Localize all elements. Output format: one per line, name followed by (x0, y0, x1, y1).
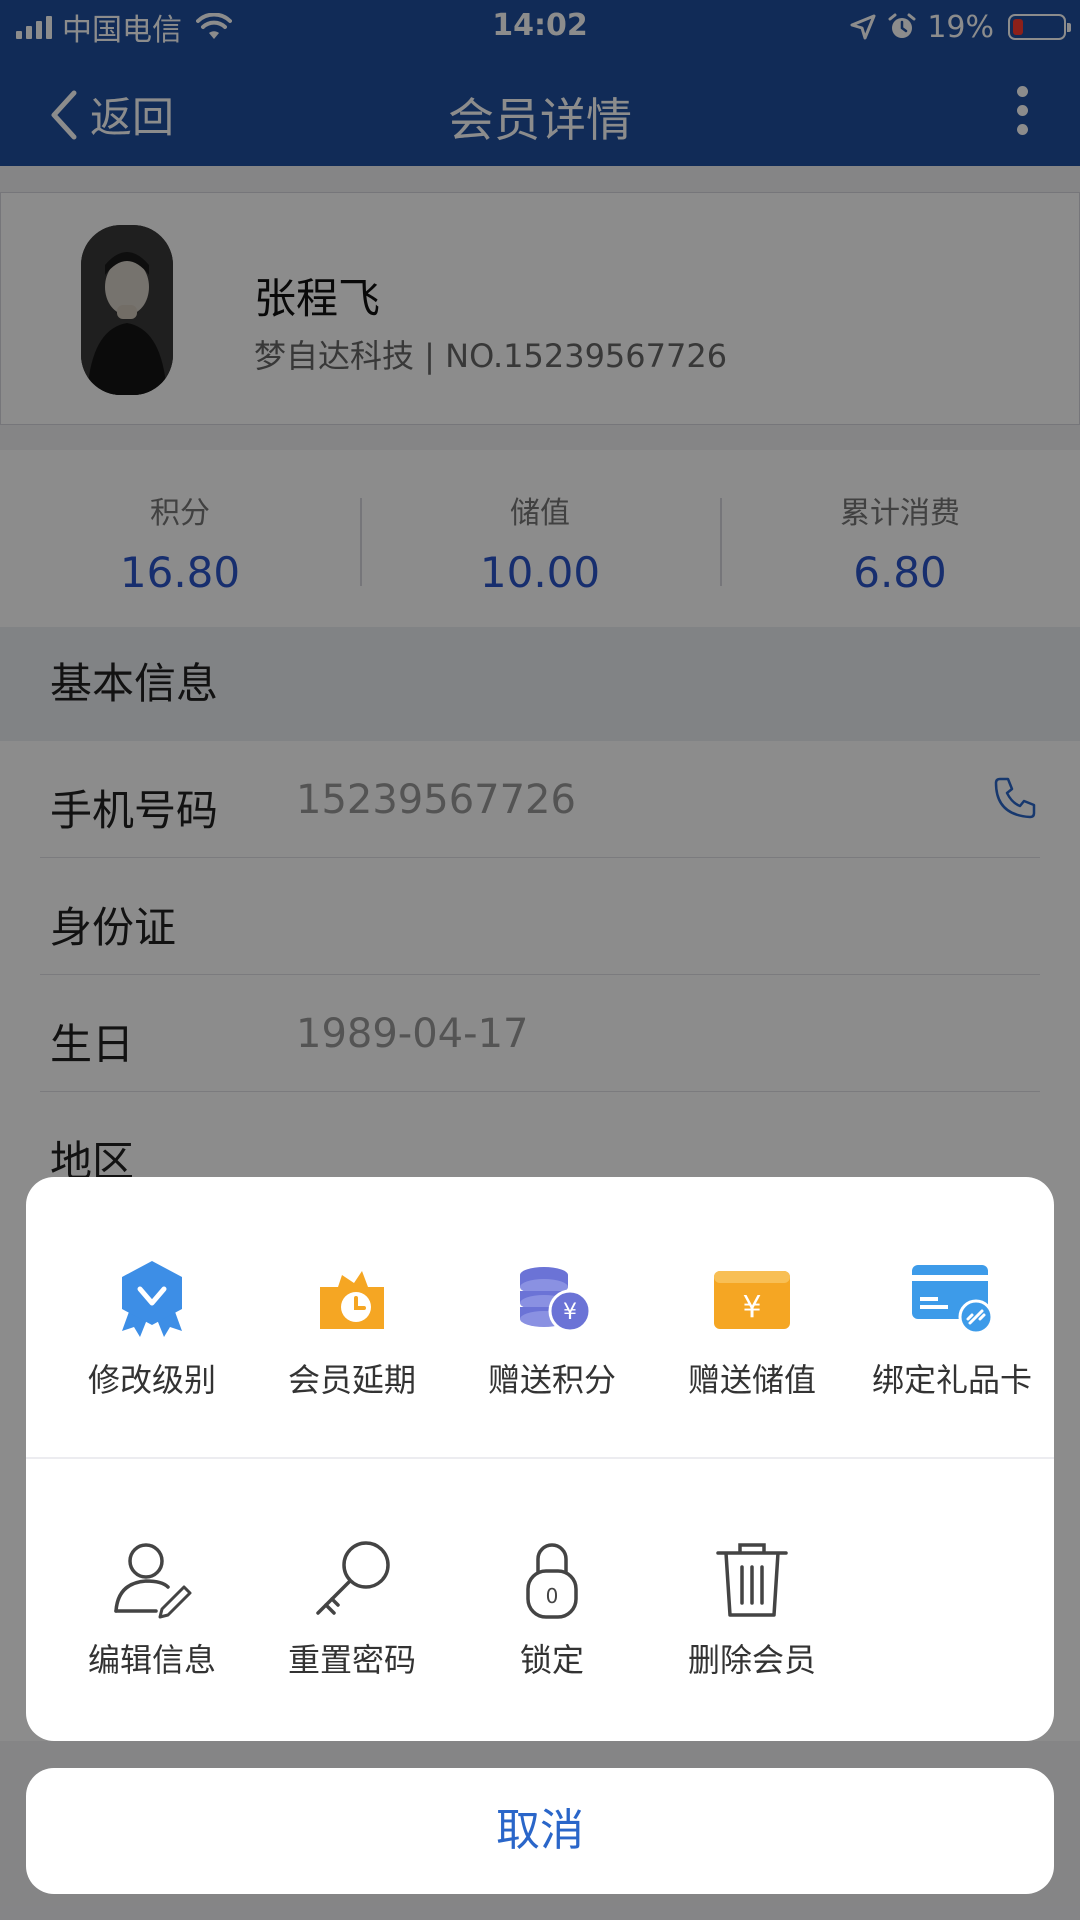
action-label: 修改级别 (87, 1361, 216, 1399)
svg-text:¥: ¥ (563, 1300, 577, 1325)
gift-card-link-icon (912, 1265, 994, 1335)
clock-extend-icon (320, 1271, 384, 1329)
wallet-yuan-icon: ¥ (714, 1271, 790, 1329)
action-edit-info[interactable]: 编辑信息 (52, 1537, 252, 1737)
action-extend-membership[interactable]: 会员延期 (252, 1257, 452, 1457)
action-label: 锁定 (519, 1641, 584, 1679)
action-label: 编辑信息 (87, 1641, 216, 1679)
action-label: 赠送储值 (687, 1361, 816, 1399)
action-label: 删除会员 (687, 1641, 816, 1679)
action-gift-points[interactable]: ¥ 赠送积分 (452, 1257, 652, 1457)
action-row-primary: 修改级别 会员延期 ¥ 赠送积分 ¥ 赠送储值 绑定礼品卡 (26, 1177, 1054, 1459)
action-bind-gift-card[interactable]: 绑定礼品卡 (852, 1257, 1052, 1457)
action-reset-password[interactable]: 重置密码 (252, 1537, 452, 1737)
lock-icon: 0 (526, 1543, 578, 1619)
action-label: 重置密码 (287, 1641, 416, 1679)
svg-text:0: 0 (546, 1584, 559, 1608)
action-label: 会员延期 (287, 1361, 416, 1399)
action-sheet: 修改级别 会员延期 ¥ 赠送积分 ¥ 赠送储值 绑定礼品卡 编辑信息 重置密码 … (26, 1177, 1054, 1741)
action-delete-member[interactable]: 删除会员 (652, 1537, 852, 1737)
action-label: 赠送积分 (487, 1361, 616, 1399)
coins-yuan-icon: ¥ (520, 1267, 592, 1333)
edit-user-icon (114, 1543, 192, 1619)
svg-text:¥: ¥ (742, 1290, 761, 1325)
action-lock[interactable]: 0 锁定 (452, 1537, 652, 1737)
action-gift-balance[interactable]: ¥ 赠送储值 (652, 1257, 852, 1457)
action-row-secondary: 编辑信息 重置密码 0 锁定 删除会员 (26, 1459, 1054, 1741)
trash-icon (716, 1543, 788, 1617)
key-icon (316, 1541, 390, 1615)
level-badge-icon (122, 1261, 182, 1337)
action-change-level[interactable]: 修改级别 (52, 1257, 252, 1457)
cancel-button[interactable]: 取消 (26, 1768, 1054, 1894)
action-label: 绑定礼品卡 (871, 1361, 1032, 1399)
